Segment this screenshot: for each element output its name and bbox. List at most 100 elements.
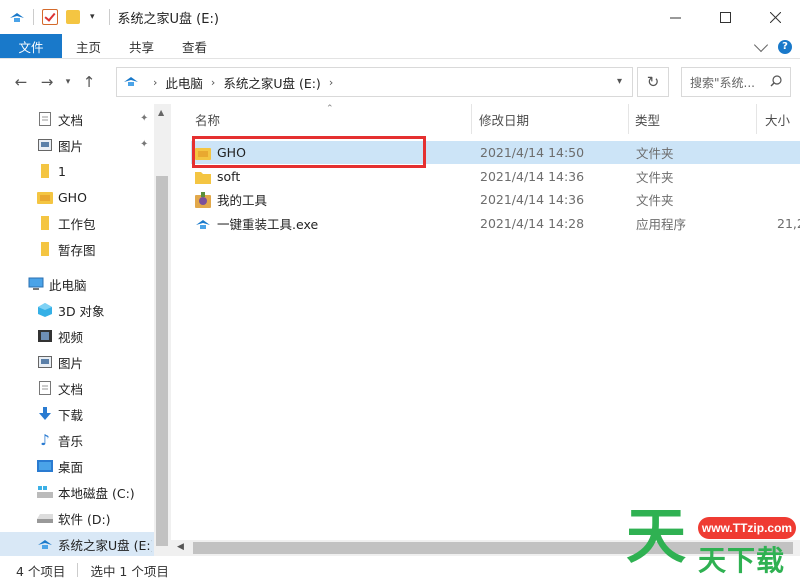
folder-icon (37, 163, 53, 179)
forward-arrow-icon[interactable]: → (34, 69, 60, 95)
sidebar-item-label: 下载 (58, 407, 84, 423)
help-button[interactable]: ? (778, 39, 792, 54)
3d-objects-icon (37, 302, 53, 318)
sidebar-item-label: 文档 (58, 381, 84, 397)
file-type: 文件夹 (636, 146, 674, 161)
documents-icon (37, 380, 53, 396)
sidebar-item-gho[interactable]: GHO (0, 185, 154, 209)
column-header-size[interactable]: 大小 (765, 104, 790, 134)
file-date: 2021/4/14 14:36 (480, 192, 585, 207)
tab-share[interactable]: 共享 (115, 34, 168, 58)
sidebar-item-local-disk-c[interactable]: 本地磁盘 (C:) (0, 480, 154, 504)
sidebar-item-documents[interactable]: 文档 ✦ (0, 107, 154, 131)
sidebar-item-videos[interactable]: 视频 (0, 324, 154, 348)
recent-locations-icon[interactable]: ▾ (60, 69, 76, 95)
sidebar-item-downloads[interactable]: 下载 (0, 402, 154, 426)
sidebar-item-pictures[interactable]: 图片 ✦ (0, 133, 154, 157)
sidebar-item-desktop[interactable]: 桌面 (0, 454, 154, 478)
file-size: 21,2 (777, 216, 800, 231)
window-title: 系统之家U盘 (E:) (117, 11, 219, 27)
pictures-icon (37, 354, 53, 370)
sidebar-item-music[interactable]: ♪ 音乐 (0, 428, 154, 452)
column-divider[interactable] (756, 104, 757, 134)
expand-ribbon-icon[interactable] (753, 37, 769, 52)
tab-view[interactable]: 查看 (168, 34, 221, 58)
breadcrumb-this-pc[interactable]: 此电脑 (165, 73, 203, 92)
minimize-button[interactable] (650, 0, 700, 34)
pictures-icon (37, 137, 53, 153)
file-name: soft (217, 169, 241, 184)
highlight-box (192, 136, 426, 168)
ribbon-tabs: 文件 主页 共享 查看 ? (0, 34, 800, 59)
usb-drive-icon (123, 74, 139, 91)
sidebar-item-label: 工作包 (58, 216, 96, 232)
divider (108, 9, 110, 25)
customize-toolbar-icon[interactable]: ▾ (90, 12, 95, 22)
maximize-button[interactable] (700, 0, 750, 34)
column-header-type[interactable]: 类型 (635, 104, 660, 134)
column-divider[interactable] (628, 104, 629, 134)
sidebar-item-label: 暂存图 (58, 242, 96, 258)
sidebar-item-this-pc[interactable]: 此电脑 (0, 272, 154, 296)
downloads-icon (37, 406, 53, 422)
sidebar-item-pictures-2[interactable]: 图片 (0, 350, 154, 374)
sidebar-item-label: 音乐 (58, 433, 84, 449)
ribbon-right: ? (753, 34, 792, 59)
scroll-left-icon[interactable]: ◀ (177, 542, 184, 552)
gho-folder-icon (37, 189, 53, 205)
back-arrow-icon[interactable]: ← (8, 69, 34, 95)
column-header-name[interactable]: 名称 (195, 104, 220, 134)
sidebar-item-1[interactable]: 1 (0, 159, 154, 183)
pin-icon[interactable]: ✦ (140, 139, 150, 150)
sidebar-item-work-package[interactable]: 工作包 (0, 211, 154, 235)
tab-file[interactable]: 文件 (0, 34, 62, 58)
chevron-right-icon[interactable]: › (211, 76, 215, 89)
divider (33, 9, 34, 25)
navigation-bar: ← → ▾ ↑ › 此电脑 › 系统之家U盘 (E:) › ▾ ↻ 搜索"系统.… (0, 60, 800, 104)
breadcrumb-usb[interactable]: 系统之家U盘 (E:) (223, 73, 321, 92)
search-input[interactable]: 搜索"系统... (681, 67, 791, 97)
file-row-soft[interactable]: soft 2021/4/14 14:36 文件夹 (191, 165, 800, 188)
file-date: 2021/4/14 14:50 (480, 145, 585, 160)
scroll-up-icon[interactable]: ▲ (158, 108, 164, 117)
scrollbar-thumb[interactable] (156, 176, 168, 546)
watermark-url: www.TTzip.com (698, 517, 796, 539)
sidebar-item-label: 3D 对象 (58, 303, 105, 319)
close-button[interactable] (750, 0, 800, 34)
address-bar[interactable]: › 此电脑 › 系统之家U盘 (E:) › ▾ (116, 67, 633, 97)
selection-count: 选中 1 个项目 (90, 563, 169, 579)
chevron-down-icon[interactable]: ▾ (617, 76, 622, 87)
refresh-icon[interactable]: ↻ (637, 67, 669, 97)
chevron-right-icon[interactable]: › (329, 76, 333, 89)
sidebar-item-3d-objects[interactable]: 3D 对象 (0, 298, 154, 322)
sidebar-item-usb-drive-e[interactable]: 系统之家U盘 (E:) (0, 532, 154, 556)
watermark-big-char: 天 (626, 502, 686, 572)
properties-icon[interactable] (42, 9, 58, 25)
sidebar-item-documents-2[interactable]: 文档 (0, 376, 154, 400)
sidebar-item-label: 文档 (58, 112, 84, 128)
sidebar-item-drive-d[interactable]: 软件 (D:) (0, 506, 154, 530)
tab-home[interactable]: 主页 (62, 34, 115, 58)
tools-folder-icon (195, 191, 211, 208)
up-arrow-icon[interactable]: ↑ (76, 69, 102, 95)
sidebar-item-label: 桌面 (58, 459, 84, 475)
sidebar-item-temp-images[interactable]: 暂存图 (0, 237, 154, 261)
file-row-my-tools[interactable]: 我的工具 2021/4/14 14:36 文件夹 (191, 188, 800, 211)
new-folder-icon[interactable] (66, 10, 80, 24)
column-header-date[interactable]: 修改日期 (479, 104, 529, 134)
folder-icon (195, 169, 211, 185)
column-divider[interactable] (471, 104, 472, 134)
folder-icon (37, 241, 53, 257)
sidebar-scrollbar[interactable]: ▲ (154, 104, 170, 556)
chevron-right-icon[interactable]: › (153, 76, 157, 89)
sidebar-item-label: 本地磁盘 (C:) (58, 485, 135, 501)
sidebar-item-label: 1 (58, 163, 66, 179)
pin-icon[interactable]: ✦ (140, 113, 150, 124)
sidebar-item-label: 图片 (58, 355, 84, 371)
navigation-pane: 文档 ✦ 图片 ✦ 1 GHO 工作包 暂存图 此电脑 3D 对象 视频 图片 … (0, 104, 170, 556)
search-placeholder: 搜索"系统... (690, 75, 755, 90)
file-row-installer-exe[interactable]: 一键重装工具.exe 2021/4/14 14:28 应用程序 21,2 (191, 212, 800, 235)
sidebar-item-label: 系统之家U盘 (E:) (58, 537, 152, 553)
divider (77, 563, 79, 577)
search-icon (770, 75, 782, 87)
